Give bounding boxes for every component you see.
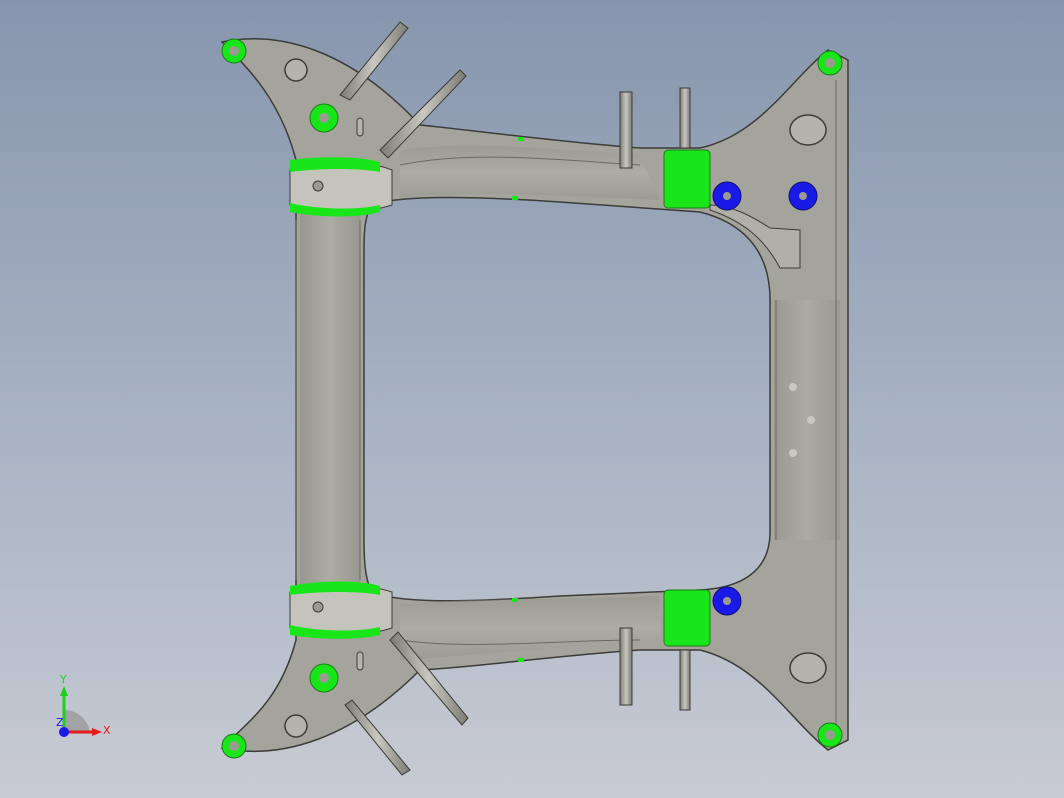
bracket-upper-4 [679, 87, 691, 149]
y-axis-label: Y [59, 673, 67, 686]
y-axis-arrow-icon [60, 686, 68, 696]
rail-dot-2 [807, 416, 815, 424]
orientation-triad[interactable]: Y X Z [40, 672, 120, 752]
3d-viewport[interactable]: Y X Z [0, 0, 1064, 798]
slot-upper [356, 117, 364, 137]
green-mount-upper-inner [309, 103, 339, 133]
green-mount-lr [817, 722, 843, 748]
bracket-lower-3 [619, 627, 633, 706]
rail-dot-3 [789, 449, 797, 457]
triad-quadrant [64, 709, 90, 732]
lower-clamp [289, 581, 393, 639]
z-axis-label: Z [56, 716, 64, 729]
mark-1 [518, 137, 524, 141]
upper-clamp [289, 157, 393, 217]
rail-dot-1 [789, 383, 797, 391]
mount-pad-lower [663, 589, 711, 647]
subframe-model[interactable] [0, 0, 1064, 798]
left-rail-shade [300, 210, 360, 590]
mark-2 [512, 196, 518, 200]
blue-bushing-1 [712, 181, 742, 211]
hole-ll [284, 714, 308, 738]
hole-lr [789, 652, 827, 684]
green-mount-ul [221, 38, 247, 64]
slot-lower [356, 651, 364, 671]
x-axis-label: X [103, 724, 111, 737]
mount-pad-upper [663, 149, 711, 209]
green-mount-lower-inner [309, 663, 339, 693]
mark-3 [512, 598, 518, 602]
blue-bushing-3 [712, 586, 742, 616]
mark-4 [518, 658, 524, 662]
hole-ur [789, 114, 827, 146]
blue-bushing-2 [788, 181, 818, 211]
x-axis-arrow-icon [92, 728, 102, 736]
hole-ul [284, 58, 308, 82]
bracket-lower-4 [679, 649, 691, 711]
green-mount-ur [817, 50, 843, 76]
green-mount-ll [221, 733, 247, 759]
bracket-lower-1 [344, 699, 411, 776]
bracket-upper-3 [619, 91, 633, 169]
